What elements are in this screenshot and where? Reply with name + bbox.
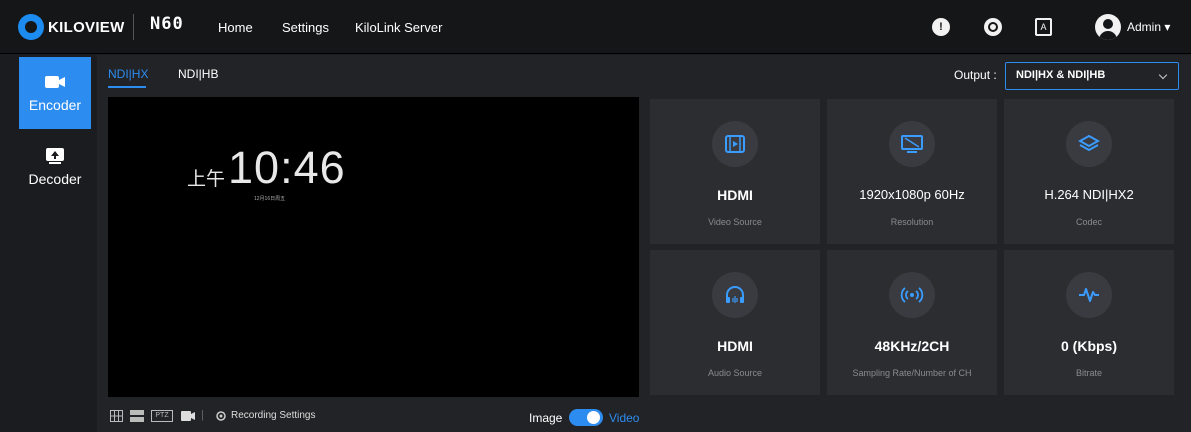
output-select-value: NDI|HX & NDI|HB bbox=[1016, 69, 1106, 81]
tab-ndi-hx[interactable]: NDI|HX bbox=[108, 67, 148, 81]
card-label: Resolution bbox=[890, 217, 934, 227]
logo-icon bbox=[18, 14, 44, 40]
divider: | bbox=[201, 409, 204, 421]
card-value: HDMI bbox=[717, 187, 753, 203]
screen-icon bbox=[889, 121, 935, 167]
output-label: Output : bbox=[954, 68, 997, 82]
video-file-icon bbox=[712, 121, 758, 167]
ptz-button[interactable]: PTZ bbox=[151, 410, 173, 422]
card-video-source: HDMI Video Source bbox=[650, 99, 820, 244]
card-sampling-rate: 48KHz/2CH Sampling Rate/Number of CH bbox=[827, 250, 997, 395]
nav-kilolink-server[interactable]: KiloLink Server bbox=[355, 20, 442, 35]
nav-settings[interactable]: Settings bbox=[282, 20, 329, 35]
sidebar-item-encoder[interactable]: Encoder bbox=[19, 57, 91, 129]
nav-home[interactable]: Home bbox=[218, 20, 253, 35]
card-label: Audio Source bbox=[707, 368, 763, 378]
card-codec: H.264 NDI|HX2 Codec bbox=[1004, 99, 1174, 244]
sidebar: Encoder Decoder bbox=[0, 55, 97, 432]
clock-time: 10:46 bbox=[228, 142, 346, 193]
language-icon[interactable]: A bbox=[1035, 18, 1052, 36]
top-bar: KILOVIEW N60 Home Settings KiloLink Serv… bbox=[0, 0, 1191, 54]
preview-toolbar: PTZ | Recording Settings Image Video bbox=[97, 404, 1191, 432]
model-name: N60 bbox=[150, 14, 184, 34]
logo-text: KILOVIEW bbox=[48, 18, 125, 36]
card-label: Bitrate bbox=[1075, 368, 1102, 378]
image-label: Image bbox=[529, 411, 563, 425]
recording-settings-link[interactable]: Recording Settings bbox=[231, 410, 316, 421]
clock-ampm: 上午 bbox=[187, 169, 226, 190]
tab-indicator bbox=[108, 86, 146, 88]
card-label: Codec bbox=[1075, 217, 1102, 227]
camera-icon bbox=[45, 76, 65, 88]
help-icon[interactable] bbox=[984, 18, 1002, 36]
gear-icon[interactable] bbox=[215, 410, 227, 422]
divider bbox=[133, 14, 134, 40]
sidebar-item-label: Encoder bbox=[28, 97, 82, 113]
card-value: H.264 NDI|HX2 bbox=[1044, 187, 1134, 202]
alert-icon[interactable]: ! bbox=[932, 18, 950, 36]
card-label: Video Source bbox=[708, 217, 762, 227]
sidebar-item-decoder[interactable]: Decoder bbox=[19, 131, 91, 203]
card-value: 1920x1080p 60Hz bbox=[859, 187, 965, 202]
card-bitrate: 0 (Kbps) Bitrate bbox=[1004, 250, 1174, 395]
main-panel: NDI|HX NDI|HB Output : NDI|HX & NDI|HB 上… bbox=[97, 55, 1191, 432]
headphones-icon bbox=[712, 272, 758, 318]
video-preview: 上午 10:46 12月16日周五 bbox=[108, 97, 639, 397]
chevron-down-icon bbox=[1158, 70, 1168, 80]
grid-layout-icon[interactable] bbox=[110, 410, 123, 422]
split-layout-icon[interactable] bbox=[130, 410, 144, 422]
clock-date: 12月16日周五 bbox=[254, 196, 286, 202]
user-icon[interactable] bbox=[1095, 14, 1121, 40]
record-video-icon[interactable] bbox=[181, 410, 195, 422]
kiloview-logo[interactable]: KILOVIEW bbox=[18, 12, 125, 42]
preview-clock: 上午 10:46 bbox=[187, 142, 346, 194]
user-menu[interactable]: Admin ▾ bbox=[1127, 20, 1170, 34]
monitor-upload-icon bbox=[46, 148, 64, 164]
card-label: Sampling Rate/Number of CH bbox=[852, 368, 972, 378]
card-value: 0 (Kbps) bbox=[1061, 338, 1117, 354]
card-audio-source: HDMI Audio Source bbox=[650, 250, 820, 395]
video-label: Video bbox=[609, 411, 640, 425]
toggle-knob bbox=[587, 411, 600, 424]
broadcast-icon bbox=[889, 272, 935, 318]
tab-ndi-hb[interactable]: NDI|HB bbox=[178, 67, 218, 81]
sidebar-item-label: Decoder bbox=[28, 171, 82, 187]
pulse-icon bbox=[1066, 272, 1112, 318]
card-value: 48KHz/2CH bbox=[874, 338, 950, 354]
user-name: Admin bbox=[1127, 20, 1162, 34]
layers-icon bbox=[1066, 121, 1112, 167]
image-video-toggle[interactable] bbox=[569, 409, 603, 426]
output-select[interactable]: NDI|HX & NDI|HB bbox=[1005, 62, 1179, 90]
card-value: HDMI bbox=[717, 338, 753, 354]
card-resolution: 1920x1080p 60Hz Resolution bbox=[827, 99, 997, 244]
